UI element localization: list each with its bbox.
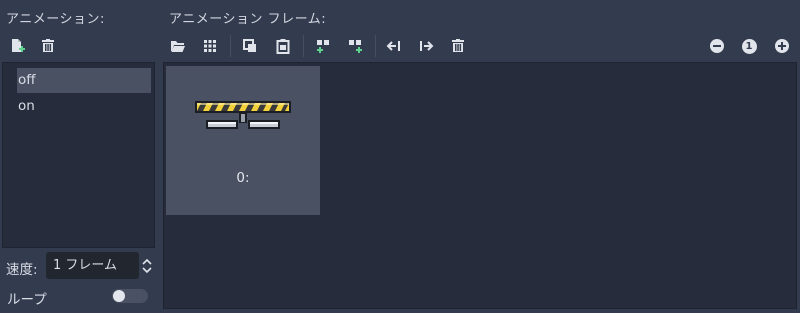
toggle-knob	[113, 290, 125, 302]
loop-label: ループ	[7, 292, 47, 308]
insert-before-icon	[317, 40, 329, 53]
trash-icon	[42, 39, 54, 52]
toolbar-separator	[230, 35, 231, 57]
move-right-icon	[420, 41, 434, 51]
insert-after-icon	[349, 40, 362, 53]
move-right-button[interactable]	[414, 34, 438, 58]
zoom-out-button[interactable]	[705, 34, 729, 58]
speed-label: 速度:	[6, 262, 38, 278]
trash-icon	[452, 39, 464, 52]
load-from-sheet-button[interactable]	[198, 34, 222, 58]
frame-label: 0:	[236, 170, 250, 186]
paste-frame-button[interactable]	[271, 34, 295, 58]
move-left-icon	[386, 41, 400, 51]
load-frames-button[interactable]	[166, 34, 190, 58]
paste-icon	[276, 39, 290, 54]
new-file-icon	[12, 39, 25, 52]
zoom-reset-button[interactable]: 1	[737, 34, 761, 58]
remove-animation-button[interactable]	[36, 34, 60, 58]
toolbar-separator	[375, 35, 376, 57]
animation-item-label: on	[18, 98, 35, 114]
zoom-in-icon	[775, 39, 789, 53]
zoom-in-button[interactable]	[770, 34, 794, 58]
animation-item-off[interactable]: off	[17, 68, 151, 93]
animation-item-label: off	[18, 72, 36, 88]
speed-spinbox[interactable]: 1 フレーム	[46, 252, 139, 279]
frames-title: アニメーション フレーム:	[169, 12, 327, 27]
animations-title: アニメーション:	[6, 12, 105, 27]
frame-tile[interactable]: 0:	[166, 66, 320, 215]
move-left-button[interactable]	[382, 34, 406, 58]
zoom-reset-label: 1	[741, 38, 757, 54]
zoom-out-icon	[710, 39, 724, 53]
copy-icon	[243, 39, 256, 52]
new-animation-button[interactable]	[5, 34, 29, 58]
toolbar-separator	[303, 35, 304, 57]
copy-frame-button[interactable]	[238, 34, 262, 58]
speed-value: 1 フレーム	[53, 258, 118, 273]
loop-toggle[interactable]	[112, 289, 148, 303]
delete-frame-button[interactable]	[446, 34, 470, 58]
insert-after-button[interactable]	[343, 34, 367, 58]
speed-stepper-icon[interactable]	[141, 257, 153, 279]
grid-icon	[204, 40, 216, 52]
animation-item-on[interactable]: on	[17, 94, 151, 119]
folder-open-icon	[171, 41, 185, 52]
sprite-thumbnail	[195, 101, 291, 129]
insert-before-button[interactable]	[311, 34, 335, 58]
